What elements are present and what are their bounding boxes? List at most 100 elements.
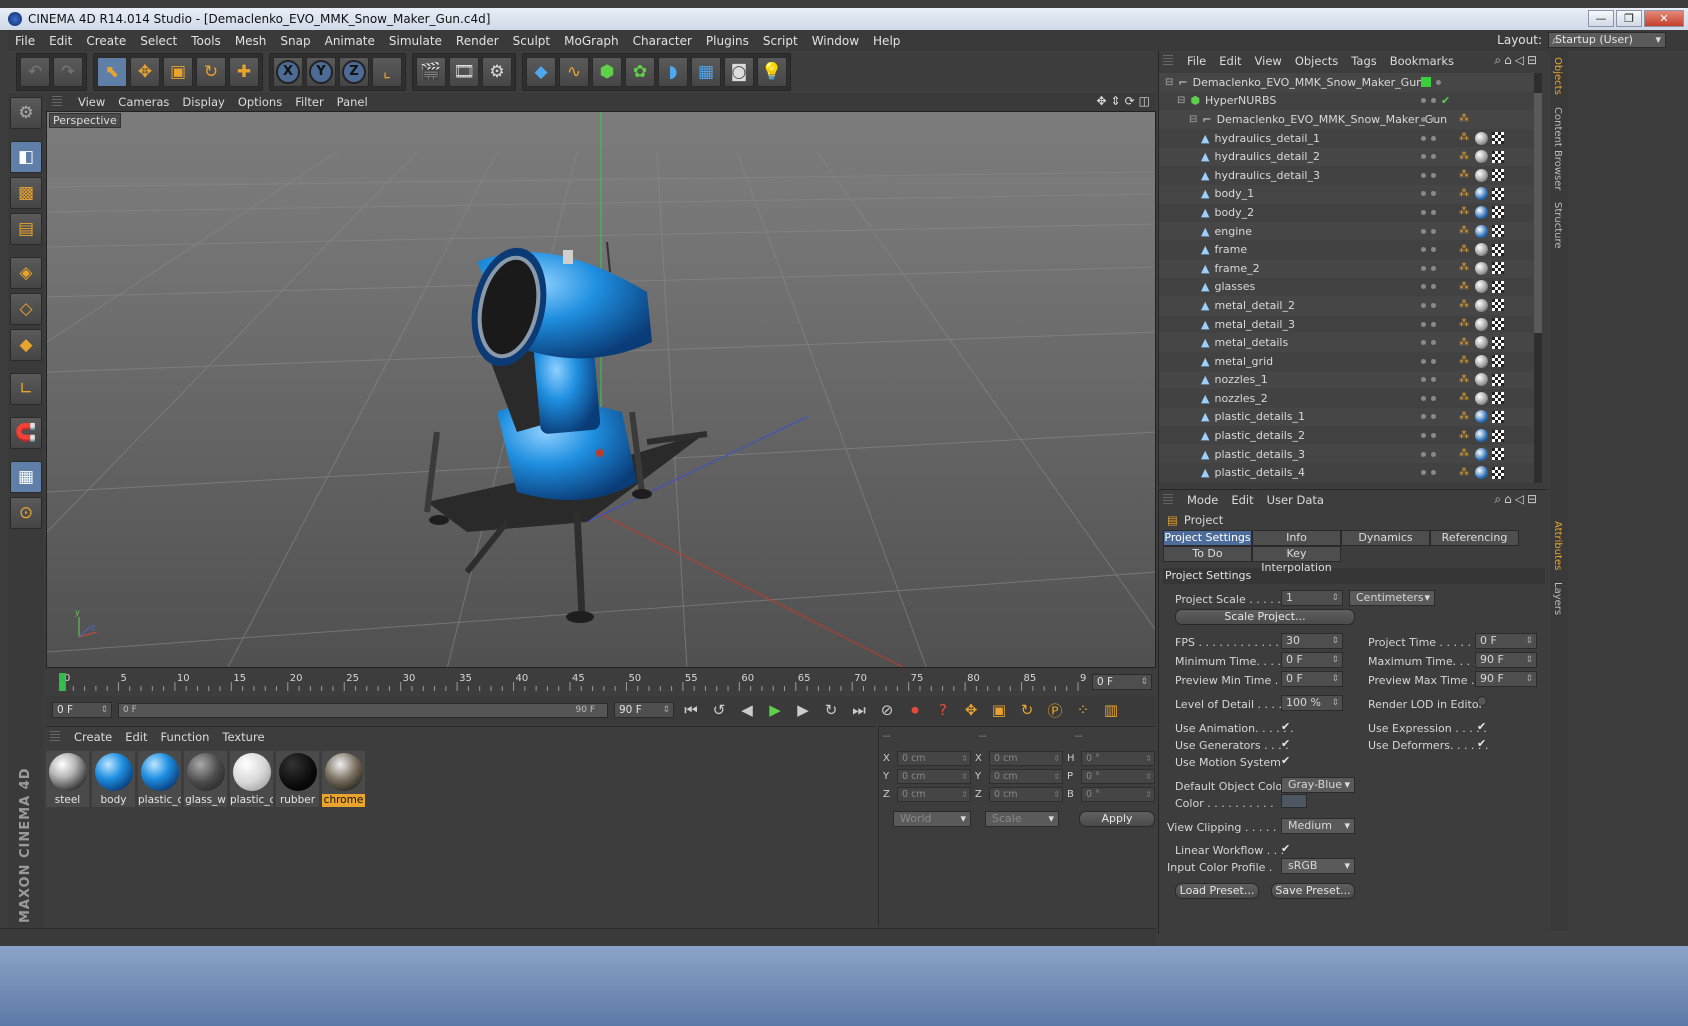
use-animation-checkbox[interactable]: ✔ (1281, 721, 1293, 733)
spline-icon[interactable]: ∿ (559, 57, 589, 87)
project-time-field[interactable]: 0 F (1475, 633, 1537, 649)
render-visibility-icon[interactable] (1431, 172, 1436, 178)
menu-simulate[interactable]: Simulate (382, 34, 449, 48)
polygons-mode-icon[interactable]: ◆ (10, 329, 42, 361)
render-visibility-icon[interactable] (1431, 191, 1436, 197)
menu-window[interactable]: Window (805, 34, 866, 48)
render-visibility-icon[interactable] (1431, 228, 1436, 234)
render-visibility-icon[interactable] (1431, 377, 1436, 383)
editor-visibility-icon[interactable] (1421, 451, 1426, 457)
undo-icon[interactable]: ↶ (20, 57, 50, 87)
uvw-tag-icon[interactable] (1492, 225, 1504, 238)
close-button[interactable]: ✕ (1644, 10, 1684, 27)
pan-view-icon[interactable]: ✥ (1096, 94, 1106, 108)
menu-create[interactable]: Create (79, 34, 133, 48)
texture-tag-icon[interactable] (1475, 280, 1488, 294)
uvw-tag-icon[interactable] (1492, 206, 1504, 219)
object-row[interactable]: ▲ plastic_details_4 ⁂ (1159, 463, 1537, 483)
object-row[interactable]: ▲ plastic_details_2 ⁂ (1159, 426, 1537, 445)
object-row[interactable]: ▲ metal_grid ⁂ (1159, 351, 1537, 371)
menu-plugins[interactable]: Plugins (699, 34, 756, 48)
key-rotation-icon[interactable]: ↻ (1016, 699, 1038, 721)
attribute-menu-edit[interactable]: Edit (1227, 493, 1262, 507)
texture-tag-icon[interactable] (1475, 261, 1488, 275)
render-lod-checkbox[interactable] (1477, 696, 1487, 706)
render-visibility-icon[interactable] (1431, 340, 1436, 346)
texture-tag-icon[interactable] (1475, 391, 1488, 405)
coord-value-field[interactable]: 0 cm (989, 787, 1063, 802)
panel-grip-icon[interactable] (52, 96, 62, 108)
material-item[interactable]: plastic_c (230, 751, 273, 807)
panel-grip-icon[interactable] (1163, 494, 1173, 506)
viewport-menu-options[interactable]: Options (234, 95, 291, 109)
material-item[interactable]: glass_w (184, 751, 227, 807)
expand-toggle-icon[interactable]: ⊟ (1177, 95, 1185, 106)
default-color-dropdown[interactable]: Gray-Blue (1281, 777, 1355, 793)
object-row[interactable]: ⊟ ⌐ Demaclenko_EVO_MMK_Snow_Maker_Gun ⁂ (1159, 110, 1537, 129)
motion-record-icon[interactable]: ⊘ (876, 699, 898, 721)
play-icon[interactable]: ▶ (764, 699, 786, 721)
editor-visibility-icon[interactable] (1421, 302, 1426, 308)
layout-dropdown[interactable]: Startup (User) (1548, 32, 1666, 48)
render-visibility-icon[interactable] (1431, 98, 1436, 104)
live-selection-icon[interactable]: ⬉ (97, 57, 127, 87)
go-to-start-icon[interactable]: ⏮ (680, 699, 702, 721)
use-generators-checkbox[interactable]: ✔ (1281, 738, 1293, 750)
render-visibility-icon[interactable] (1431, 451, 1436, 457)
coord-value-field[interactable]: 0 cm (989, 769, 1063, 784)
array-icon[interactable]: ✿ (625, 57, 655, 87)
menu-sculpt[interactable]: Sculpt (506, 34, 557, 48)
key-position-icon[interactable]: ✥ (960, 699, 982, 721)
side-tab-attributes[interactable]: Attributes (1550, 515, 1565, 576)
tab-dynamics[interactable]: Dynamics (1341, 530, 1430, 546)
object-layer-color-icon[interactable] (1421, 77, 1431, 88)
viewport-menu-view[interactable]: View (74, 95, 114, 109)
max-time-field[interactable]: 90 F (1475, 652, 1537, 668)
material-item[interactable]: steel (46, 751, 89, 807)
phong-tag-icon[interactable]: ⁂ (1459, 169, 1471, 181)
rotate-icon[interactable]: ↻ (196, 57, 226, 87)
previous-frame-icon[interactable]: ◀ (736, 699, 758, 721)
coord-value-field[interactable]: 0 ° (1081, 751, 1155, 766)
object-scrollbar[interactable] (1534, 73, 1542, 483)
uvw-tag-icon[interactable] (1492, 336, 1504, 349)
expand-toggle-icon[interactable]: ⊟ (1165, 77, 1173, 88)
render-visibility-icon[interactable] (1436, 79, 1441, 85)
expand-toggle-icon[interactable]: ⊟ (1189, 114, 1197, 125)
playhead-marker[interactable] (59, 673, 66, 691)
lod-field[interactable]: 100 % (1281, 695, 1343, 711)
view-clipping-dropdown[interactable]: Medium (1281, 818, 1355, 834)
linear-workflow-checkbox[interactable]: ✔ (1281, 843, 1293, 855)
object-menu-edit[interactable]: Edit (1215, 54, 1250, 68)
phong-tag-icon[interactable]: ⁂ (1459, 281, 1471, 293)
deformer-icon[interactable]: ◗ (658, 57, 688, 87)
texture-tag-icon[interactable] (1475, 410, 1488, 424)
editor-visibility-icon[interactable] (1421, 377, 1426, 383)
phong-tag-icon[interactable]: ⁂ (1459, 318, 1471, 330)
menu-mesh[interactable]: Mesh (228, 34, 274, 48)
menu-animate[interactable]: Animate (318, 34, 382, 48)
tab-to-do[interactable]: To Do (1163, 546, 1252, 562)
timeline-ruler[interactable]: 051015202530354045505560657075808590 0 F (46, 668, 1156, 696)
editor-visibility-icon[interactable] (1421, 247, 1426, 253)
uvw-tag-icon[interactable] (1492, 466, 1504, 479)
menu-script[interactable]: Script (756, 34, 805, 48)
side-tab-content-browser[interactable]: Content Browser (1550, 101, 1565, 196)
menu-mograph[interactable]: MoGraph (557, 34, 626, 48)
workplane-mode-icon[interactable]: ▤ (10, 213, 42, 245)
preview-range-slider[interactable]: 0 F 90 F (118, 702, 608, 718)
use-expression-checkbox[interactable]: ✔ (1477, 721, 1489, 733)
phong-tag-icon[interactable]: ⁂ (1459, 467, 1471, 479)
uvw-tag-icon[interactable] (1492, 280, 1504, 293)
search-icon[interactable]: ⌕ (1552, 33, 1559, 48)
phong-tag-icon[interactable]: ⁂ (1459, 262, 1471, 274)
go-to-end-icon[interactable]: ⏭ (848, 699, 870, 721)
next-frame-icon[interactable]: ▶ (792, 699, 814, 721)
phong-tag-icon[interactable]: ⁂ (1459, 299, 1471, 311)
material-item[interactable]: chrome (322, 751, 365, 807)
object-row[interactable]: ▲ metal_detail_2 ⁂ (1159, 296, 1537, 315)
axis-mode-icon[interactable]: ∟ (10, 373, 42, 405)
camera-icon[interactable]: ◙ (724, 57, 754, 87)
phong-tag-icon[interactable]: ⁂ (1459, 244, 1471, 256)
render-visibility-icon[interactable] (1431, 358, 1436, 364)
